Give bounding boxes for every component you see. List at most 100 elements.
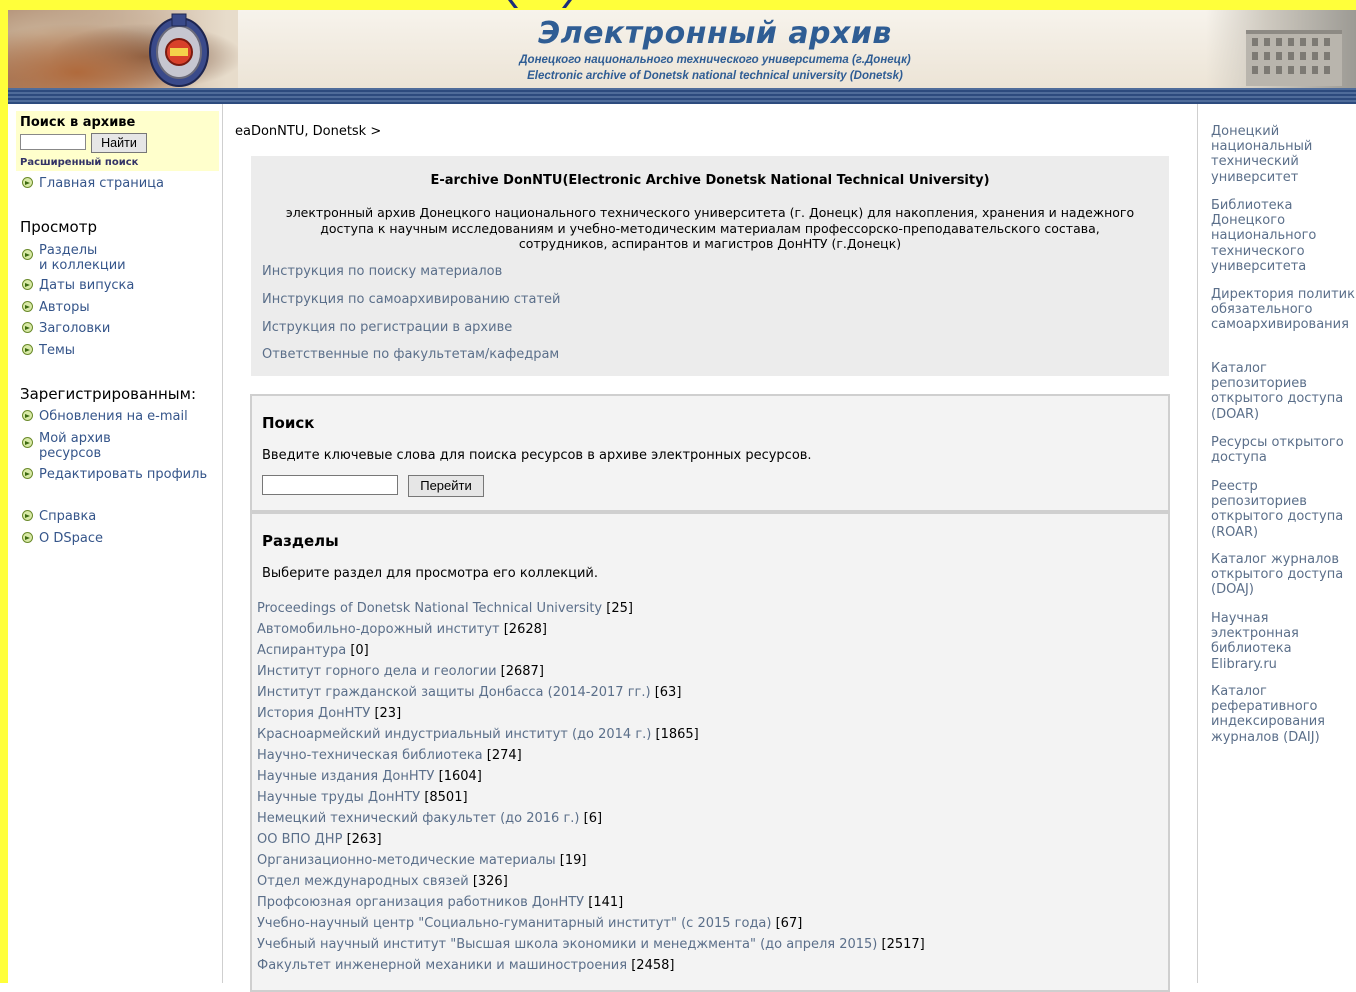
- arrow-right-icon: [22, 322, 33, 333]
- arrow-right-icon: [22, 410, 33, 421]
- community-link[interactable]: Научные труды ДонНТУ: [257, 790, 420, 805]
- sections-panel: Разделы Выберите раздел для просмотра ег…: [250, 512, 1170, 992]
- link-donntu[interactable]: Донецкий национальный технический универ…: [1211, 124, 1356, 185]
- community-count: [2458]: [631, 958, 675, 973]
- community-count: [2628]: [503, 622, 547, 637]
- nav-subjects[interactable]: Темы: [22, 343, 75, 358]
- community-link[interactable]: Красноармейский индустриальный институт …: [257, 727, 651, 742]
- community-count: [25]: [606, 601, 633, 616]
- browse-heading: Просмотр: [20, 218, 97, 236]
- main-search-input[interactable]: [262, 475, 398, 495]
- link-doaj[interactable]: Каталог журналов открытого доступа (DOAJ…: [1211, 552, 1356, 598]
- community-count: [2517]: [881, 937, 925, 952]
- intro-link-registration-guide[interactable]: Иструкция по регистрации в архиве: [262, 320, 512, 335]
- main-search-button[interactable]: Перейти: [408, 475, 484, 497]
- nav-authors[interactable]: Авторы: [22, 300, 90, 315]
- sidebar-search-box: Поиск в архиве Найти Расширенный поиск: [16, 111, 219, 171]
- nav-titles[interactable]: Заголовки: [22, 321, 110, 336]
- community-link[interactable]: ОО ВПО ДНР: [257, 832, 342, 847]
- community-link[interactable]: Немецкий технический факультет (до 2016 …: [257, 811, 580, 826]
- banner-photo-building: [1206, 10, 1356, 88]
- sidebar-search-input[interactable]: [20, 134, 86, 150]
- community-link[interactable]: Институт гражданской защиты Донбасса (20…: [257, 685, 651, 700]
- community-count: [67]: [775, 916, 803, 931]
- community-link[interactable]: Учебно-научный центр "Социально-гуманита…: [257, 916, 771, 931]
- community-item: Отдел международных связей [326]: [257, 871, 925, 892]
- community-link[interactable]: Факультет инженерной механики и машиност…: [257, 958, 627, 973]
- registered-heading: Зарегистрированным:: [20, 385, 197, 403]
- main-content: eaDonNTU, Donetsk > E-archive DonNTU(Ele…: [223, 104, 1196, 992]
- link-daij[interactable]: Каталог реферативного индексирования жур…: [1211, 684, 1356, 745]
- community-link[interactable]: Отдел международных связей: [257, 874, 469, 889]
- community-item: ОО ВПО ДНР [263]: [257, 829, 925, 850]
- link-policy-directory[interactable]: Директория политик обязательного самоарх…: [1211, 287, 1356, 333]
- breadcrumb[interactable]: eaDonNTU, Donetsk >: [235, 124, 381, 139]
- site-subtitle-ru: Донецкого национального технического уни…: [519, 54, 911, 66]
- arrow-right-icon: [22, 279, 33, 290]
- community-count: [19]: [559, 853, 587, 868]
- sidebar-search-button[interactable]: Найти: [91, 133, 147, 153]
- advanced-search-link[interactable]: Расширенный поиск: [20, 157, 138, 168]
- search-instructions: Введите ключевые слова для поиска ресурс…: [262, 448, 812, 463]
- nav-home[interactable]: Главная страница: [22, 176, 164, 191]
- community-item: Институт гражданской защиты Донбасса (20…: [257, 682, 925, 703]
- community-count: [63]: [654, 685, 682, 700]
- site-title: Электронный архив: [538, 16, 892, 51]
- left-sidebar: Поиск в архиве Найти Расширенный поиск Г…: [8, 104, 223, 983]
- nav-my-archive[interactable]: Мой архив ресурсов: [22, 431, 111, 461]
- nav-edit-profile[interactable]: Редактировать профиль: [22, 467, 207, 482]
- community-count: [6]: [583, 811, 603, 826]
- arrow-right-icon: [22, 301, 33, 312]
- community-count: [326]: [472, 874, 508, 889]
- site-subtitle-en: Electronic archive of Donetsk national t…: [527, 70, 903, 82]
- community-link[interactable]: Институт горного дела и геологии: [257, 664, 497, 679]
- intro-link-selfarchive-guide[interactable]: Инструкция по самоархивированию статей: [262, 292, 561, 307]
- university-emblem-icon: [149, 13, 209, 87]
- community-item: Учебно-научный центр "Социально-гуманита…: [257, 913, 925, 934]
- nav-help[interactable]: Справка: [22, 509, 96, 524]
- arrow-right-icon: [22, 510, 33, 521]
- community-item: Красноармейский индустриальный институт …: [257, 724, 925, 745]
- nav-communities[interactable]: Разделы и коллекции: [22, 243, 126, 273]
- header-banner: Электронный архив Донецкого национальног…: [8, 10, 1356, 88]
- link-roar[interactable]: Реестр репозиториев открытого доступа (R…: [1211, 479, 1356, 540]
- intro-description: электронный архив Донецкого национальног…: [285, 205, 1135, 251]
- community-link[interactable]: История ДонНТУ: [257, 706, 370, 721]
- search-panel: Поиск Введите ключевые слова для поиска …: [250, 394, 1170, 512]
- community-count: [1865]: [655, 727, 699, 742]
- nav-dates[interactable]: Даты випуска: [22, 278, 134, 293]
- search-heading: Поиск: [262, 414, 315, 432]
- community-item: Proceedings of Donetsk National Technica…: [257, 598, 925, 619]
- intro-box: E-archive DonNTU(Electronic Archive Done…: [251, 156, 1169, 376]
- community-item: Автомобильно-дорожный институт [2628]: [257, 619, 925, 640]
- community-link[interactable]: Профсоюзная организация работников ДонНТ…: [257, 895, 584, 910]
- community-item: Научные труды ДонНТУ [8501]: [257, 787, 925, 808]
- community-link[interactable]: Организационно-методические материалы: [257, 853, 556, 868]
- link-library[interactable]: Библиотека Донецкого национального техни…: [1211, 198, 1356, 274]
- banner-stripe: [8, 88, 1356, 104]
- community-link[interactable]: Учебный научный институт "Высшая школа э…: [257, 937, 877, 952]
- community-link[interactable]: Proceedings of Donetsk National Technica…: [257, 601, 602, 616]
- community-item: Факультет инженерной механики и машиност…: [257, 955, 925, 976]
- community-link[interactable]: Научно-техническая библиотека: [257, 748, 483, 763]
- header-mark-icon: [508, 0, 572, 8]
- right-sidebar: Донецкий национальный технический универ…: [1197, 104, 1356, 983]
- nav-about-dspace[interactable]: О DSpace: [22, 531, 103, 546]
- intro-link-search-guide[interactable]: Инструкция по поиску материалов: [262, 264, 502, 279]
- page-frame-top: [0, 0, 1356, 10]
- intro-link-responsibles[interactable]: Ответственные по факультетам/кафедрам: [262, 347, 559, 362]
- community-count: [141]: [588, 895, 624, 910]
- arrow-right-icon: [22, 468, 33, 479]
- community-count: [23]: [374, 706, 402, 721]
- community-link[interactable]: Автомобильно-дорожный институт: [257, 622, 500, 637]
- building-icon: [1246, 30, 1342, 86]
- community-count: [1604]: [438, 769, 482, 784]
- link-open-access-resources[interactable]: Ресурсы открытого доступа: [1211, 435, 1356, 465]
- link-elibrary[interactable]: Научная электронная библиотека Elibrary.…: [1211, 611, 1356, 672]
- link-doar[interactable]: Каталог репозиториев открытого доступа (…: [1211, 361, 1356, 422]
- arrow-right-icon: [22, 532, 33, 543]
- community-count: [8501]: [424, 790, 468, 805]
- community-link[interactable]: Аспирантура: [257, 643, 346, 658]
- community-link[interactable]: Научные издания ДонНТУ: [257, 769, 434, 784]
- nav-email-updates[interactable]: Обновления на e-mail: [22, 409, 188, 424]
